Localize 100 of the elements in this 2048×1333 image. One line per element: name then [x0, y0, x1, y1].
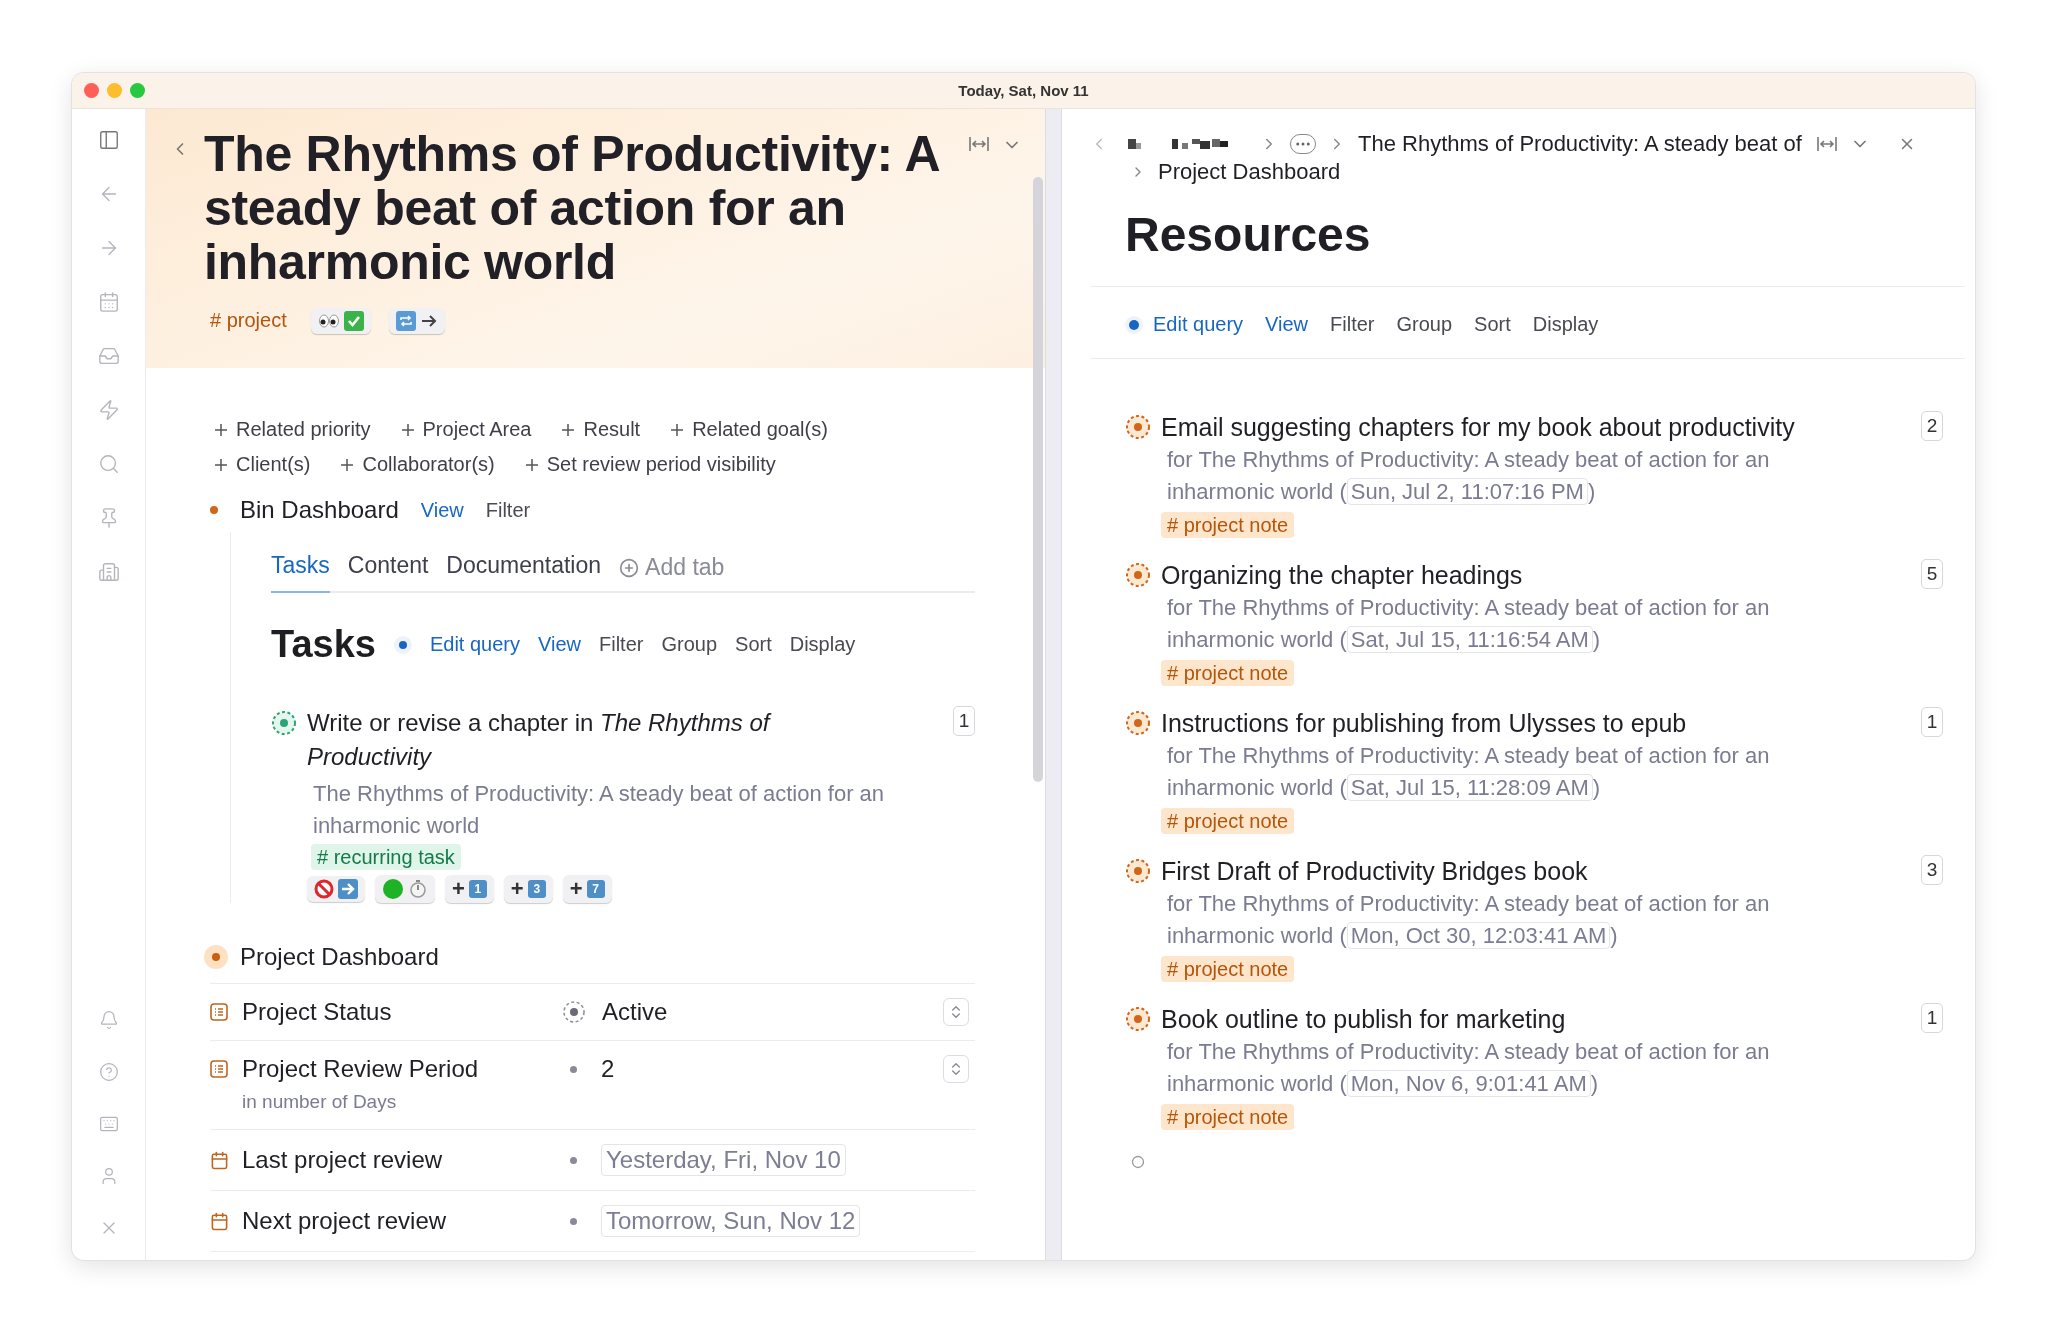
- item-title[interactable]: Book outline to publish for marketing: [1161, 1003, 1921, 1036]
- plus-icon: [524, 457, 539, 472]
- arrow-right-icon: [419, 312, 438, 329]
- query-link[interactable]: Edit query: [1153, 313, 1244, 336]
- close-window-button[interactable]: [84, 83, 99, 98]
- help-icon[interactable]: [98, 1062, 119, 1082]
- query-option[interactable]: Display: [789, 633, 856, 656]
- keyboard-icon[interactable]: [98, 1114, 119, 1134]
- parent-note[interactable]: for The Rhythms of Productivity: A steady beat of action for an inharmonic world ( Sun, Jul 2, 11:07:16 PM ): [1161, 444, 1861, 508]
- calendar-icon[interactable]: [97, 291, 120, 313]
- bullet-icon: [570, 1065, 577, 1073]
- stepper-button[interactable]: [943, 1055, 969, 1083]
- building-icon[interactable]: [97, 561, 120, 583]
- add-property-link[interactable]: Set review period visibility: [524, 453, 776, 476]
- task-title[interactable]: Write or revise a chapter in The Rhythms of Productivity: [307, 706, 837, 774]
- plus-icon: [214, 422, 228, 437]
- tag[interactable]: # project note: [1161, 1104, 1295, 1130]
- query-option[interactable]: Group: [661, 633, 718, 656]
- count-badge: 1: [1921, 1003, 1943, 1033]
- circle-icon: [382, 878, 404, 900]
- width-icon[interactable]: [968, 135, 990, 153]
- zoom-window-button[interactable]: [130, 83, 145, 98]
- note-status-icon[interactable]: [1125, 858, 1151, 884]
- tag[interactable]: # project note: [1161, 808, 1295, 834]
- dashboard-icon: [204, 945, 228, 969]
- tag[interactable]: # project: [204, 307, 293, 334]
- query-link[interactable]: Edit query: [429, 633, 520, 656]
- tab[interactable]: Documentation: [446, 552, 602, 593]
- add-property-link[interactable]: Client(s): [214, 453, 311, 476]
- item-title[interactable]: Instructions for publishing from Ulysses to epub: [1161, 707, 1921, 740]
- add-property-link[interactable]: Related priority: [214, 418, 371, 441]
- tag[interactable]: # project note: [1161, 956, 1295, 982]
- add-property-link[interactable]: Result: [561, 418, 641, 441]
- section-heading: Tasks: [271, 623, 376, 666]
- date-value[interactable]: Tomorrow, Sun, Nov 12: [601, 1205, 861, 1237]
- date-value[interactable]: Yesterday, Fri, Nov 10: [601, 1144, 846, 1176]
- query-option[interactable]: Group: [1396, 313, 1453, 336]
- query-option[interactable]: Sort: [1474, 313, 1511, 336]
- task-status-icon[interactable]: [271, 710, 297, 736]
- bell-icon[interactable]: [98, 1010, 119, 1030]
- query-option[interactable]: Sort: [735, 633, 772, 656]
- shortcut-chip[interactable]: + 1: [445, 875, 494, 903]
- tag[interactable]: # recurring task: [311, 844, 461, 870]
- emoji-chip[interactable]: [307, 876, 365, 902]
- inbox-icon[interactable]: [97, 345, 120, 367]
- add-property-link[interactable]: Project Area: [400, 418, 532, 441]
- parent-note[interactable]: for The Rhythms of Productivity: A steady beat of action for an inharmonic world ( Mon, Nov 6, 9:01:41 AM ): [1161, 1036, 1861, 1100]
- add-property-link[interactable]: Related goal(s): [670, 418, 828, 441]
- item-title[interactable]: First Draft of Productivity Bridges book: [1161, 855, 1921, 888]
- item-title[interactable]: Organizing the chapter headings: [1161, 559, 1921, 592]
- parent-note[interactable]: for The Rhythms of Productivity: A steady beat of action for an inharmonic world ( Sat, Jul 15, 11:28:09 AM ): [1161, 740, 1861, 804]
- item-title[interactable]: Email suggesting chapters for my book about productivity: [1161, 411, 1921, 444]
- field-label: Last project review: [242, 1146, 444, 1174]
- bullet-icon: [570, 1156, 577, 1164]
- breadcrumb-link[interactable]: The Rhythms of Productivity: A steady beat of: [1358, 131, 1802, 157]
- query-link[interactable]: View: [420, 498, 464, 522]
- query-option[interactable]: Display: [1532, 313, 1599, 336]
- query-link[interactable]: View: [1265, 313, 1309, 336]
- plus-icon: [214, 457, 228, 472]
- empty-circle-icon[interactable]: [1131, 1155, 1145, 1169]
- list-icon: [210, 1060, 228, 1078]
- stopwatch-icon: [408, 879, 428, 899]
- no-entry-icon: [314, 879, 334, 899]
- sidebar-toggle-icon[interactable]: [97, 129, 120, 151]
- shortcut-chip[interactable]: + 7: [562, 875, 612, 903]
- scrollbar[interactable]: [1033, 177, 1043, 782]
- query-link[interactable]: View: [538, 633, 581, 656]
- parent-note[interactable]: for The Rhythms of Productivity: A steady beat of action for an inharmonic world ( Mon, Oct 30, 12:03:41 AM ): [1161, 888, 1861, 952]
- minimize-window-button[interactable]: [107, 83, 122, 98]
- search-icon[interactable]: [97, 453, 120, 475]
- tab[interactable]: Tasks: [271, 552, 330, 593]
- emoji-chip[interactable]: [388, 307, 445, 334]
- note-status-icon[interactable]: [1125, 414, 1151, 440]
- page-title: The Rhythms of Productivity: A steady beat of action for an inharmonic world: [204, 127, 940, 289]
- note-status-icon[interactable]: [1125, 710, 1151, 736]
- count-badge: 1: [953, 706, 975, 736]
- note-status-icon[interactable]: [1125, 1006, 1151, 1032]
- tag[interactable]: # project note: [1161, 660, 1295, 686]
- page-title: Resources: [1125, 207, 1372, 262]
- stepper-button[interactable]: [943, 998, 969, 1026]
- query-option[interactable]: Filter: [485, 498, 531, 522]
- lightning-icon[interactable]: [97, 399, 120, 421]
- tag[interactable]: # project note: [1161, 512, 1295, 538]
- count-badge: 5: [1921, 559, 1943, 589]
- field-value[interactable]: Active: [602, 998, 668, 1026]
- plus-icon: [340, 457, 355, 472]
- bullet-icon: [210, 506, 218, 514]
- shortcut-chip[interactable]: + 3: [503, 875, 553, 903]
- tab[interactable]: Content: [347, 552, 429, 593]
- field-value[interactable]: 2: [601, 1055, 615, 1083]
- add-property-link[interactable]: Collaborator(s): [340, 453, 495, 476]
- note-status-icon[interactable]: [1125, 562, 1151, 588]
- query-option[interactable]: Filter: [1330, 313, 1375, 336]
- breadcrumb-link[interactable]: Project Dashboard: [1158, 159, 1341, 185]
- parent-note[interactable]: for The Rhythms of Productivity: A steady beat of action for an inharmonic world ( Sat, Jul 15, 11:16:54 AM ): [1161, 592, 1861, 656]
- parent-link[interactable]: The Rhythms of Productivity: A steady beat of action for an inharmonic world: [307, 778, 927, 842]
- width-icon[interactable]: [1815, 135, 1838, 153]
- count-badge: 2: [1921, 411, 1943, 441]
- query-option[interactable]: Filter: [599, 633, 644, 656]
- add-icon: [619, 557, 640, 578]
